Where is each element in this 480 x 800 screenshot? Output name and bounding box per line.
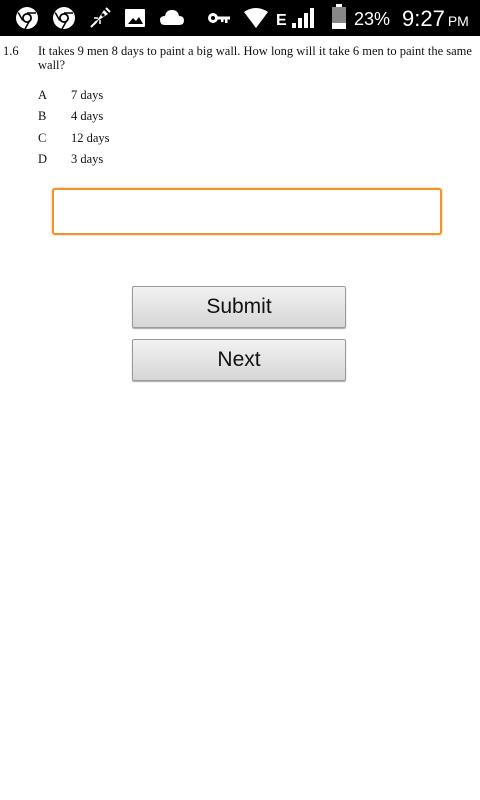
- option-text: 4 days: [71, 109, 104, 123]
- option-c: C 12 days: [38, 131, 110, 146]
- clock-time: 9:27: [402, 6, 445, 31]
- answer-input[interactable]: [52, 188, 442, 235]
- network-type-indicator: E: [276, 12, 287, 29]
- chrome-icon: [15, 6, 39, 30]
- option-letter: D: [38, 152, 48, 166]
- option-text: 12 days: [71, 131, 110, 145]
- option-text: 7 days: [71, 88, 104, 102]
- option-d: D 3 days: [38, 152, 103, 167]
- submit-button[interactable]: Submit: [132, 286, 346, 328]
- option-letter: B: [38, 109, 47, 123]
- battery-icon: [330, 4, 348, 30]
- key-icon: [206, 6, 232, 30]
- question-number: 1.6: [3, 44, 19, 58]
- option-letter: A: [38, 88, 48, 102]
- clock-ampm: PM: [447, 13, 469, 29]
- status-bar: E 23% 9:27 PM: [0, 0, 480, 36]
- option-a: A 7 days: [38, 88, 103, 103]
- next-button[interactable]: Next: [132, 339, 346, 381]
- signal-icon: [290, 6, 318, 30]
- option-letter: C: [38, 131, 47, 145]
- option-text: 3 days: [71, 152, 104, 166]
- wifi-icon: [243, 6, 269, 30]
- chrome-icon: [52, 6, 76, 30]
- question-text: It takes 9 men 8 days to paint a big wal…: [38, 44, 472, 72]
- cloud-icon: [158, 6, 186, 30]
- clock: 9:27 PM: [402, 6, 469, 32]
- image-icon: [123, 6, 147, 30]
- app-icon: [88, 6, 112, 30]
- battery-percent: 23%: [354, 9, 391, 29]
- option-b: B 4 days: [38, 109, 103, 124]
